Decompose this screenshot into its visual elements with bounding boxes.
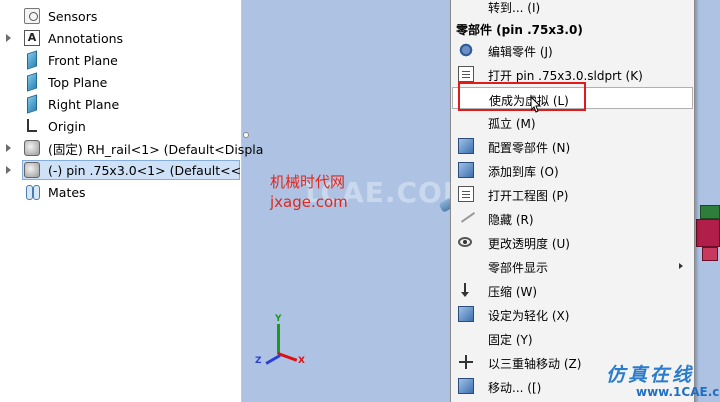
annotation-highlight-box xyxy=(458,82,586,111)
menu-item-transparency[interactable]: 更改透明度 (U) xyxy=(452,231,693,253)
tree-item-label: (-) pin .75x3.0<1> (Default<<Def xyxy=(48,162,240,178)
brand-logo-text: 仿真在线 xyxy=(606,364,695,386)
edit-part-icon xyxy=(458,42,474,58)
add-library-icon xyxy=(458,162,474,178)
menu-item-label: 孤立 (M) xyxy=(488,117,536,131)
z-axis xyxy=(265,354,281,365)
red-block-lower xyxy=(702,247,718,261)
expand-arrow-icon[interactable] xyxy=(5,166,13,174)
tree-item-label: Front Plane xyxy=(48,52,118,68)
tree-item-right-plane[interactable]: Right Plane xyxy=(0,93,242,115)
menu-item-isolate[interactable]: 孤立 (M) xyxy=(452,111,693,133)
y-axis-label: Y xyxy=(275,314,282,324)
tree-item-label: Right Plane xyxy=(48,96,120,112)
watermark-url: jxage.com xyxy=(270,193,348,211)
tree-item-top-plane[interactable]: Top Plane xyxy=(0,71,242,93)
menu-item-goto[interactable]: 转到... (I) xyxy=(452,0,693,17)
z-axis-label: Z xyxy=(255,356,262,366)
tree-item-front-plane[interactable]: Front Plane xyxy=(0,49,242,71)
red-block xyxy=(696,219,720,247)
y-axis xyxy=(277,324,280,354)
green-block xyxy=(700,205,720,219)
menu-item-add-library[interactable]: 添加到库 (O) xyxy=(452,159,693,181)
tree-item-label: Mates xyxy=(48,184,86,200)
menu-item-hide[interactable]: 隐藏 (R) xyxy=(452,206,693,229)
drawing-icon xyxy=(458,186,474,202)
open-part-icon xyxy=(458,66,474,82)
menu-item-label: 添加到库 (O) xyxy=(488,165,559,179)
submenu-arrow-icon xyxy=(679,263,683,269)
plane-icon xyxy=(27,50,37,70)
expand-arrow-icon[interactable] xyxy=(5,144,13,152)
menu-item-label: 压缩 (W) xyxy=(488,285,538,299)
menu-item-open-drawing[interactable]: 打开工程图 (P) xyxy=(452,183,693,205)
lightweight-icon xyxy=(458,306,474,322)
tree-item-pin[interactable]: (-) pin .75x3.0<1> (Default<<Def xyxy=(0,159,242,181)
menu-item-label: 配置零部件 (N) xyxy=(488,141,571,155)
tree-item-label: Sensors xyxy=(48,8,98,24)
menu-item-label: 固定 (Y) xyxy=(488,333,533,347)
tree-item-label: Origin xyxy=(48,118,86,134)
context-menu: 转到... (I) 零部件 (pin .75x3.0) 编辑零件 (J) 打开 … xyxy=(450,0,695,402)
part-icon xyxy=(24,140,40,156)
menu-item-edit-part[interactable]: 编辑零件 (J) xyxy=(452,39,693,61)
menu-item-label: 设定为轻化 (X) xyxy=(488,309,570,323)
brand-url: www.1CAE.com xyxy=(636,385,720,399)
transparency-icon xyxy=(458,237,472,247)
menu-header-label: 零部件 (pin .75x3.0) xyxy=(456,23,583,37)
plane-icon xyxy=(27,72,37,92)
x-axis-label: X xyxy=(298,356,305,366)
mouse-cursor-icon xyxy=(530,95,542,113)
menu-item-component-display[interactable]: 零部件显示 xyxy=(452,255,693,277)
annotation-icon: A xyxy=(24,30,40,46)
tree-item-label: (固定) RH_rail<1> (Default<Displa xyxy=(48,141,264,157)
sensor-icon xyxy=(24,8,40,24)
menu-item-label: 零部件显示 xyxy=(488,261,549,275)
menu-item-suppress[interactable]: 压缩 (W) xyxy=(452,279,693,301)
menu-header-component: 零部件 (pin .75x3.0) xyxy=(452,17,693,39)
configure-icon xyxy=(458,138,474,154)
menu-item-configure[interactable]: 配置零部件 (N) xyxy=(452,135,693,157)
tree-item-sensors[interactable]: Sensors xyxy=(0,5,242,27)
menu-item-label: 更改透明度 (U) xyxy=(488,237,570,251)
triad-move-icon xyxy=(458,354,474,370)
rail-assembly-model[interactable] xyxy=(696,205,720,265)
menu-item-label: 转到... (I) xyxy=(488,1,541,15)
site-watermark: 机械时代网 jxage.com xyxy=(270,172,348,212)
origin-icon xyxy=(24,118,40,134)
tree-item-origin[interactable]: Origin xyxy=(0,115,242,137)
suppress-icon xyxy=(458,282,474,298)
mates-icon xyxy=(24,184,40,200)
menu-item-label: 移动... ([) xyxy=(488,381,542,395)
reference-triad: Y X Z xyxy=(250,312,310,372)
menu-item-label: 编辑零件 (J) xyxy=(488,45,553,59)
part-icon xyxy=(24,162,40,178)
menu-item-lightweight[interactable]: 设定为轻化 (X) xyxy=(452,303,693,325)
expand-arrow-icon[interactable] xyxy=(5,34,13,42)
hide-icon xyxy=(456,206,476,223)
menu-item-label: 以三重轴移动 (Z) xyxy=(488,357,582,371)
feature-manager-tree: Sensors A Annotations Front Plane Top Pl… xyxy=(0,0,263,402)
tree-item-annotations[interactable]: A Annotations xyxy=(0,27,242,49)
tree-item-rh-rail[interactable]: (固定) RH_rail<1> (Default<Displa xyxy=(0,137,263,159)
panel-resize-handle[interactable] xyxy=(243,132,249,138)
tree-item-mates[interactable]: Mates xyxy=(0,181,242,203)
tree-item-label: Annotations xyxy=(48,30,124,46)
move-icon xyxy=(458,378,474,394)
plane-icon xyxy=(27,94,37,114)
menu-item-label: 隐藏 (R) xyxy=(488,213,534,227)
tree-item-label: Top Plane xyxy=(48,74,108,90)
menu-item-label: 打开工程图 (P) xyxy=(488,189,569,203)
menu-item-fix[interactable]: 固定 (Y) xyxy=(452,327,693,349)
watermark-cn: 机械时代网 xyxy=(270,173,346,191)
